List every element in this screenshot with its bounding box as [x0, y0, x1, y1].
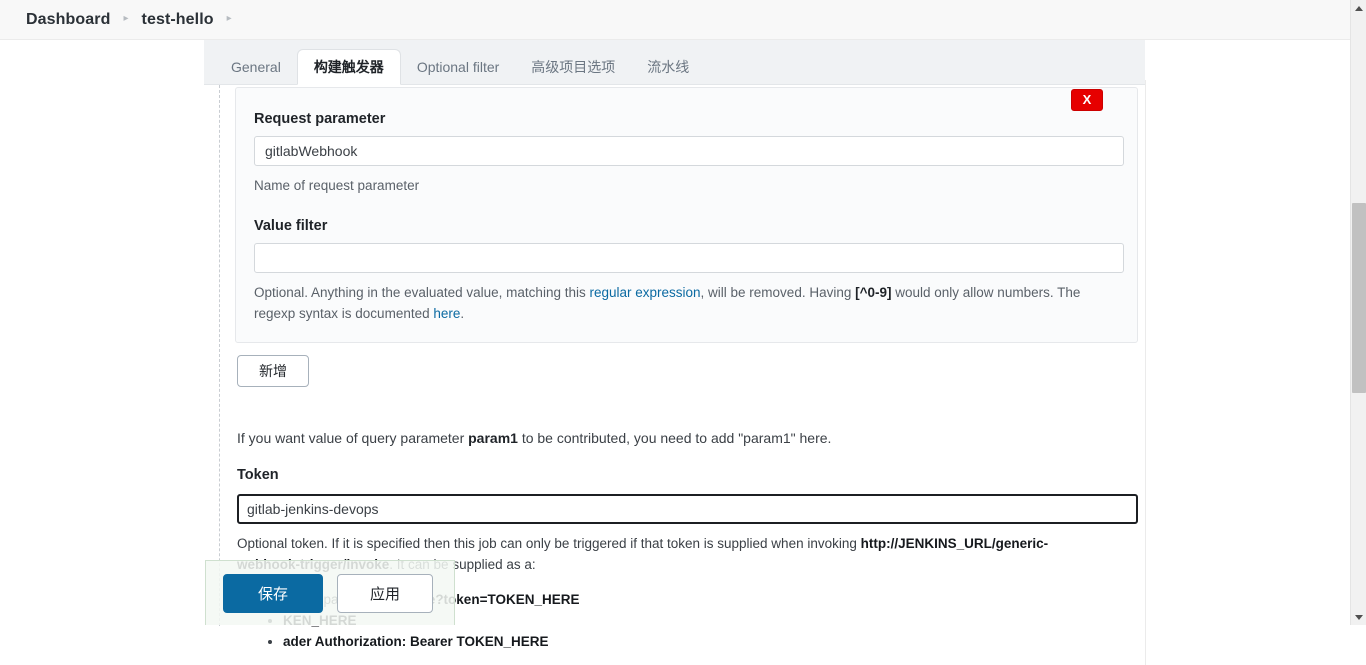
scroll-up-arrow-icon[interactable]: [1351, 0, 1366, 16]
here-link[interactable]: here: [433, 306, 460, 321]
param-note: If you want value of query parameter par…: [237, 430, 1117, 446]
breadcrumb-item-test-hello[interactable]: test-hello: [142, 11, 214, 29]
left-gutter: [0, 80, 204, 665]
value-filter-help-part2: , will be removed. Having: [700, 285, 856, 300]
config-form-area: X Request parameter Name of request para…: [204, 84, 1145, 649]
config-tab-bar: General 构建触发器 Optional filter 高级项目选项 流水线: [204, 40, 1145, 85]
value-filter-help-part4: .: [460, 306, 465, 321]
tab-advanced-project-options[interactable]: 高级项目选项: [515, 50, 631, 84]
tab-build-triggers[interactable]: 构建触发器: [296, 49, 401, 85]
breadcrumb-separator-icon: ▸: [123, 13, 129, 24]
list-item: ader Authorization: Bearer TOKEN_HERE: [283, 631, 1135, 652]
regular-expression-link[interactable]: regular expression: [589, 285, 700, 300]
add-parameter-button[interactable]: 新增: [237, 355, 309, 387]
request-parameter-input[interactable]: [254, 136, 1124, 166]
form-section-rail: [219, 85, 220, 626]
page-body: General 构建触发器 Optional filter 高级项目选项 流水线…: [0, 40, 1350, 665]
token-help-part1: Optional token. If it is specified then …: [237, 536, 861, 551]
scroll-down-arrow-icon[interactable]: [1351, 609, 1366, 625]
param-note-part2: to be contributed, you need to add "para…: [517, 430, 832, 446]
token-label: Token: [237, 467, 279, 483]
breadcrumb-trailing-chevron-icon[interactable]: ▸: [227, 13, 232, 24]
page-scrollbar[interactable]: [1350, 0, 1366, 625]
apply-button[interactable]: 应用: [337, 573, 433, 613]
request-parameter-help: Name of request parameter: [254, 178, 420, 193]
value-filter-label: Value filter: [254, 218, 328, 234]
bullet-3-code: ader Authorization: Bearer TOKEN_HERE: [283, 634, 549, 649]
tab-optional-filter[interactable]: Optional filter: [401, 50, 515, 84]
form-inner: X Request parameter Name of request para…: [235, 85, 1145, 649]
param-note-part1: If you want value of query parameter: [237, 430, 469, 446]
tab-pipeline[interactable]: 流水线: [631, 50, 705, 84]
value-filter-help-part1: Optional. Anything in the evaluated valu…: [254, 285, 590, 300]
scrollbar-thumb[interactable]: [1352, 203, 1366, 393]
value-filter-input[interactable]: [254, 243, 1124, 273]
breadcrumb: Dashboard ▸ test-hello ▸: [0, 0, 1350, 40]
sticky-save-bar: 保存 应用: [205, 560, 455, 625]
save-button[interactable]: 保存: [223, 573, 323, 613]
breadcrumb-item-dashboard[interactable]: Dashboard: [26, 11, 110, 29]
value-filter-help-bold1: [^0-9]: [855, 285, 892, 300]
tab-general[interactable]: General: [215, 50, 297, 84]
delete-parameter-button[interactable]: X: [1071, 89, 1103, 111]
right-gutter: [1145, 80, 1350, 665]
param-note-bold: param1: [468, 430, 518, 446]
value-filter-help: Optional. Anything in the evaluated valu…: [254, 282, 1119, 324]
token-input[interactable]: [237, 494, 1138, 524]
request-parameter-label: Request parameter: [254, 111, 386, 127]
request-parameter-block: Request parameter Name of request parame…: [235, 87, 1138, 343]
